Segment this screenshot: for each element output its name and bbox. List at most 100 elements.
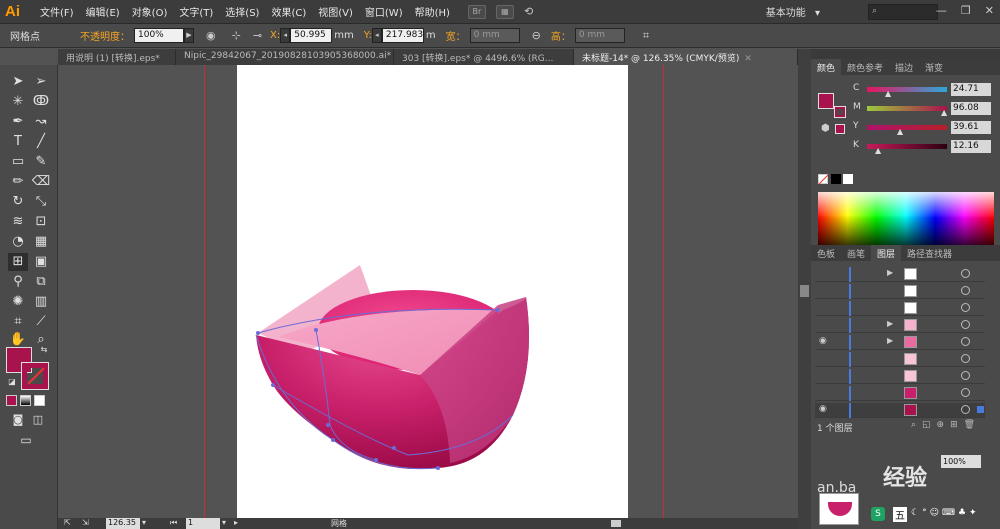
slider-handle-icon[interactable]: ▲ (885, 89, 891, 98)
draw-mode-icon[interactable]: ◙ (8, 411, 28, 429)
page-field[interactable]: 1 (186, 518, 220, 529)
layer-row[interactable]: ▶ (815, 267, 985, 282)
yellow-value-field[interactable]: 39.61 (951, 121, 991, 134)
layer-row[interactable] (815, 369, 985, 384)
menu-file[interactable]: 文件(F) (40, 4, 74, 19)
target-icon[interactable] (961, 405, 970, 414)
curvature-tool-icon[interactable]: ↝ (31, 113, 51, 131)
stroke-color-swatch[interactable] (21, 362, 49, 390)
transform-icon[interactable]: ⊸ (253, 29, 262, 42)
y-field[interactable]: 217.983 (381, 28, 424, 43)
layer-row[interactable]: ◉ ▶ (815, 335, 985, 350)
warp-tool-icon[interactable]: ≋ (8, 213, 28, 231)
black-swatch[interactable] (831, 174, 841, 184)
opacity-dropdown-icon[interactable]: ▶ (184, 28, 194, 43)
menu-help[interactable]: 帮助(H) (415, 4, 450, 19)
x-stepper[interactable]: ◂ (280, 28, 291, 43)
vertical-scrollbar[interactable] (798, 49, 811, 529)
menu-edit[interactable]: 编辑(E) (86, 4, 120, 19)
tab-gradient[interactable]: 渐变 (919, 59, 949, 75)
tab-layers[interactable]: 图层 (871, 245, 902, 261)
tab-document-1[interactable]: 用说明 (1) [转换].eps* (58, 49, 176, 65)
restore-button[interactable]: ❐ (961, 4, 971, 17)
gradient-tool-icon[interactable]: ▣ (31, 253, 51, 271)
recolor-icon[interactable]: ◉ (206, 29, 216, 42)
scale-tool-icon[interactable]: ⤡ (31, 193, 51, 211)
menu-type[interactable]: 文字(T) (179, 4, 213, 19)
selection-tool-icon[interactable]: ➤ (8, 73, 28, 91)
magenta-value-field[interactable]: 96.08 (951, 102, 991, 115)
none-mode-button[interactable] (34, 395, 45, 406)
type-tool-icon[interactable]: T (8, 133, 28, 151)
vertical-scrollbar-thumb[interactable] (800, 285, 809, 297)
ime-mode-badge[interactable]: 五 (893, 507, 907, 522)
tab-document-3[interactable]: 303 [转换].eps* @ 4496.6% (RG... (394, 49, 574, 65)
expand-icon[interactable]: ▶ (887, 319, 893, 328)
canvas-area[interactable] (58, 65, 798, 518)
tab-stroke[interactable]: 描边 (889, 59, 919, 75)
menu-object[interactable]: 对象(O) (132, 4, 168, 19)
tab-pathfinder[interactable]: 路径查找器 (901, 245, 958, 261)
lasso-tool-icon[interactable]: ↂ (31, 93, 51, 111)
navigator-thumbnail[interactable] (819, 493, 859, 525)
sync-icon[interactable]: ⟲ (524, 5, 533, 18)
fill-color-swatch[interactable] (818, 93, 834, 109)
color-mode-button[interactable] (6, 395, 17, 406)
target-icon[interactable] (961, 269, 970, 278)
slider-handle-icon[interactable]: ▲ (941, 108, 947, 117)
slider-cyan[interactable]: C ▲ 24.71 (853, 83, 998, 98)
pen-tool-icon[interactable]: ✒ (8, 113, 28, 131)
symbol-sprayer-tool-icon[interactable]: ✺ (8, 293, 28, 311)
perspective-grid-tool-icon[interactable]: ▦ (31, 233, 51, 251)
closest-color-swatch[interactable] (835, 124, 845, 134)
free-transform-tool-icon[interactable]: ⊡ (31, 213, 51, 231)
link-icon[interactable]: ⊖ (532, 29, 541, 42)
target-icon[interactable] (961, 286, 970, 295)
slider-handle-icon[interactable]: ▲ (897, 127, 903, 136)
layer-row[interactable] (815, 301, 985, 316)
layer-actions[interactable]: ⌕◱⊕⊞🗑 (911, 420, 981, 430)
target-icon[interactable] (961, 388, 970, 397)
tab-swatches[interactable]: 色板 (811, 245, 841, 261)
target-icon[interactable] (961, 337, 970, 346)
color-spectrum[interactable] (818, 192, 994, 250)
eye-icon[interactable]: ◉ (819, 404, 827, 414)
ime-toolbar-icons[interactable]: ☾°☺⌨♣✦ (911, 508, 980, 518)
tab-brushes[interactable]: 画笔 (841, 245, 871, 261)
tab-document-2[interactable]: Nipic_29842067_20190828103905368000.ai* (176, 49, 394, 65)
artwork[interactable] (58, 65, 798, 518)
change-screen-mode-icon[interactable]: ▭ (16, 431, 36, 449)
none-swatch[interactable] (818, 174, 829, 185)
width-field[interactable]: 0 mm (469, 28, 520, 43)
slider-black[interactable]: K ▲ 12.16 (853, 140, 998, 155)
swap-colors-icon[interactable]: ⇆ (34, 341, 54, 359)
opacity-field[interactable]: 100% (134, 28, 184, 43)
slider-handle-icon[interactable]: ▲ (875, 146, 881, 155)
graph-tool-icon[interactable]: ▥ (31, 293, 51, 311)
out-of-gamut-icon[interactable]: ⬢ (821, 123, 830, 134)
layer-row[interactable]: ▶ (815, 318, 985, 333)
target-icon[interactable] (961, 320, 970, 329)
menu-view[interactable]: 视图(V) (318, 4, 353, 19)
opacity-field-panel[interactable]: 100% (941, 455, 981, 468)
artboard-tool-icon[interactable]: ⌗ (8, 313, 28, 331)
bridge-button[interactable]: Br (467, 4, 486, 19)
x-field[interactable]: 50.995 (290, 28, 333, 43)
rotate-tool-icon[interactable]: ↻ (8, 193, 28, 211)
horizontal-scrollbar-thumb[interactable] (611, 520, 621, 527)
expand-icon[interactable]: ▶ (887, 336, 893, 345)
y-stepper[interactable]: ◂ (371, 28, 382, 43)
layer-row[interactable] (815, 284, 985, 299)
menu-select[interactable]: 选择(S) (225, 4, 259, 19)
help-search-input[interactable]: ⌕ (868, 4, 938, 20)
mesh-tool-icon[interactable]: ⊞ (8, 253, 28, 271)
target-icon[interactable] (961, 303, 970, 312)
slider-track[interactable] (867, 106, 947, 111)
eye-icon[interactable]: ◉ (819, 336, 827, 346)
tab-color-guide[interactable]: 颜色参考 (841, 59, 889, 75)
page-dropdown-icon[interactable]: ▾ (222, 518, 226, 527)
eyedropper-tool-icon[interactable]: ⚲ (8, 273, 28, 291)
menu-effect[interactable]: 效果(C) (271, 4, 306, 19)
slider-magenta[interactable]: M ▲ 96.08 (853, 102, 998, 117)
direct-selection-tool-icon[interactable]: ➢ (31, 73, 51, 91)
